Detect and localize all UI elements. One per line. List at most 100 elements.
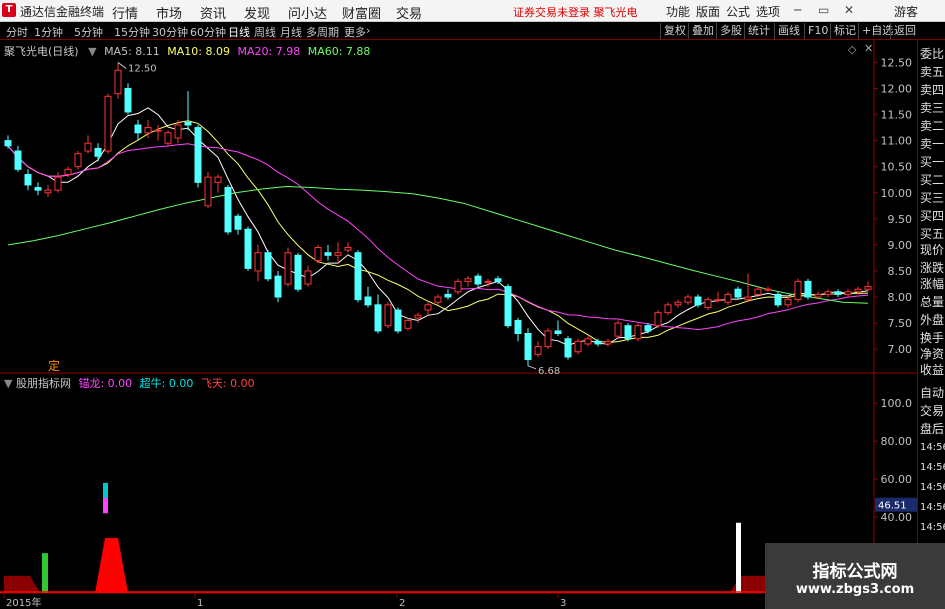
candle-body — [244, 228, 252, 269]
candle-body — [84, 142, 92, 152]
candle-body — [484, 280, 492, 283]
period-1min[interactable]: 1分钟 — [34, 24, 63, 40]
candle-body — [764, 288, 772, 291]
dropdown-icon[interactable]: ▼ — [88, 45, 96, 58]
candle-body — [534, 346, 542, 355]
candle-body — [154, 129, 162, 132]
menu-formula[interactable]: 公式 — [726, 3, 750, 20]
candle-body — [634, 325, 642, 340]
menu-function[interactable]: 功能 — [666, 3, 690, 20]
candle-body — [864, 286, 872, 290]
candle-body — [394, 309, 402, 332]
minimize-icon[interactable]: ─ — [794, 3, 801, 17]
red-spike — [95, 537, 128, 593]
ma5-line — [7, 107, 869, 347]
candle-body — [74, 153, 82, 168]
period-weekly[interactable]: 周线 — [254, 24, 276, 40]
btn-statistics[interactable]: 统计 — [744, 23, 773, 39]
btn-mark[interactable]: 标记 — [830, 23, 859, 39]
price-tick-label: 9.50 — [888, 213, 913, 226]
candle-body — [254, 252, 262, 272]
candle-body — [734, 288, 742, 298]
sub-chart-legend: ▼ 股朋指标网 锚龙: 0.00 超牛: 0.00 飞天: 0.00 — [4, 375, 255, 391]
btn-overlay[interactable]: 叠加 — [688, 23, 717, 39]
candle-body — [724, 293, 732, 303]
time-tick-label: 2 — [399, 598, 405, 609]
period-30min[interactable]: 30分钟 — [152, 24, 188, 40]
candle-body — [24, 174, 32, 186]
candle-body — [364, 296, 372, 306]
app-name: 通达信金融终端 — [20, 5, 105, 19]
login-status[interactable]: 证券交易未登录 聚飞光电 — [513, 4, 638, 20]
sidebar-trade-field[interactable]: 交易 — [920, 403, 945, 419]
menu-market[interactable]: 市场 — [156, 3, 182, 22]
sidebar-field: 外盘 — [920, 313, 945, 327]
btn-restore-rights[interactable]: 复权 — [660, 23, 689, 39]
indicator-tick-label: 100.0 — [881, 397, 913, 410]
candle-body — [754, 288, 762, 295]
period-15min[interactable]: 15分钟 — [114, 24, 150, 40]
menu-ask[interactable]: 问小达 — [288, 3, 327, 22]
guest-label[interactable]: 游客 — [894, 3, 918, 20]
btn-back[interactable]: 返回 — [890, 23, 919, 39]
restore-icon[interactable]: ▭ — [818, 3, 829, 17]
btn-f10[interactable]: F10 — [804, 23, 831, 39]
menu-news[interactable]: 资讯 — [200, 3, 226, 22]
candle-body — [314, 246, 322, 262]
candle-body — [794, 280, 802, 301]
candle-body — [854, 288, 862, 293]
menu-quotes[interactable]: 行情 — [112, 3, 138, 22]
indicator-dropdown-icon[interactable]: ▼ — [4, 377, 12, 390]
sidebar-trade-field[interactable]: 自动 — [920, 385, 945, 401]
period-daily[interactable]: 日线 — [228, 24, 250, 40]
sidebar-field: 涨跌 — [920, 261, 945, 275]
ma10-label: MA10: 8.09 — [167, 45, 230, 58]
candle-body — [784, 299, 792, 306]
more-chevron-icon[interactable]: › — [366, 24, 370, 37]
period-5min[interactable]: 5分钟 — [74, 24, 103, 40]
menu-trade[interactable]: 交易 — [396, 3, 422, 22]
period-timeshare[interactable]: 分时 — [6, 24, 28, 40]
candle-body — [44, 189, 52, 194]
price-tick-label: 10.50 — [881, 161, 913, 174]
period-multi[interactable]: 多周期 — [306, 24, 339, 40]
close-icon[interactable]: ✕ — [844, 3, 854, 17]
menu-discover[interactable]: 发现 — [244, 3, 270, 22]
candle-body — [674, 301, 682, 306]
menu-layout[interactable]: 版面 — [696, 3, 720, 20]
candle-body — [604, 340, 612, 345]
candle-body — [574, 340, 582, 353]
candle-body — [684, 296, 692, 303]
watermark-title: 指标公式网 — [812, 562, 898, 582]
period-monthly[interactable]: 月线 — [280, 24, 302, 40]
indicator-tick-label: 40.00 — [881, 511, 913, 524]
indicator-chaoniu: 超牛: 0.00 — [139, 377, 194, 390]
sidebar-trade-field[interactable]: 盘后 — [920, 421, 945, 437]
sidebar-field: 涨幅 — [920, 277, 945, 291]
chart-settings-icon[interactable]: ◇ — [848, 43, 856, 56]
candle-body — [114, 69, 122, 95]
indicator-tick-label: 60.00 — [881, 473, 913, 486]
candle-body — [324, 252, 332, 256]
candle-body — [14, 150, 22, 170]
title-bar: T 通达信金融终端 行情 市场 资讯 发现 问小达 财富圈 交易 证券交易未登录… — [0, 0, 945, 22]
site-watermark: 指标公式网 www.zbgs3.com — [765, 543, 945, 609]
candle-body — [454, 280, 462, 293]
high-price-label: 12.50 — [128, 63, 157, 74]
price-tick-label: 7.00 — [888, 343, 913, 356]
menu-wealth[interactable]: 财富圈 — [342, 3, 381, 22]
candle-body — [704, 299, 712, 308]
indicator-title: 股朋指标网 — [15, 377, 71, 390]
sidebar-field: 卖五 — [920, 65, 945, 79]
period-60min[interactable]: 60分钟 — [190, 24, 226, 40]
menu-options[interactable]: 选项 — [756, 3, 780, 20]
chart-close-icon[interactable]: ✕ — [864, 42, 873, 55]
candle-body — [64, 168, 72, 176]
period-more[interactable]: 更多 — [344, 24, 366, 40]
candle-body — [664, 304, 672, 314]
candle-body — [424, 304, 432, 311]
candle-body — [194, 127, 202, 183]
btn-multi-stock[interactable]: 多股 — [716, 23, 745, 39]
btn-draw[interactable]: 画线 — [774, 23, 803, 39]
kline-chart[interactable]: 12.50 6.68 定 12.50 12.00 11.50 11.00 10.50 10.0… — [0, 40, 917, 609]
